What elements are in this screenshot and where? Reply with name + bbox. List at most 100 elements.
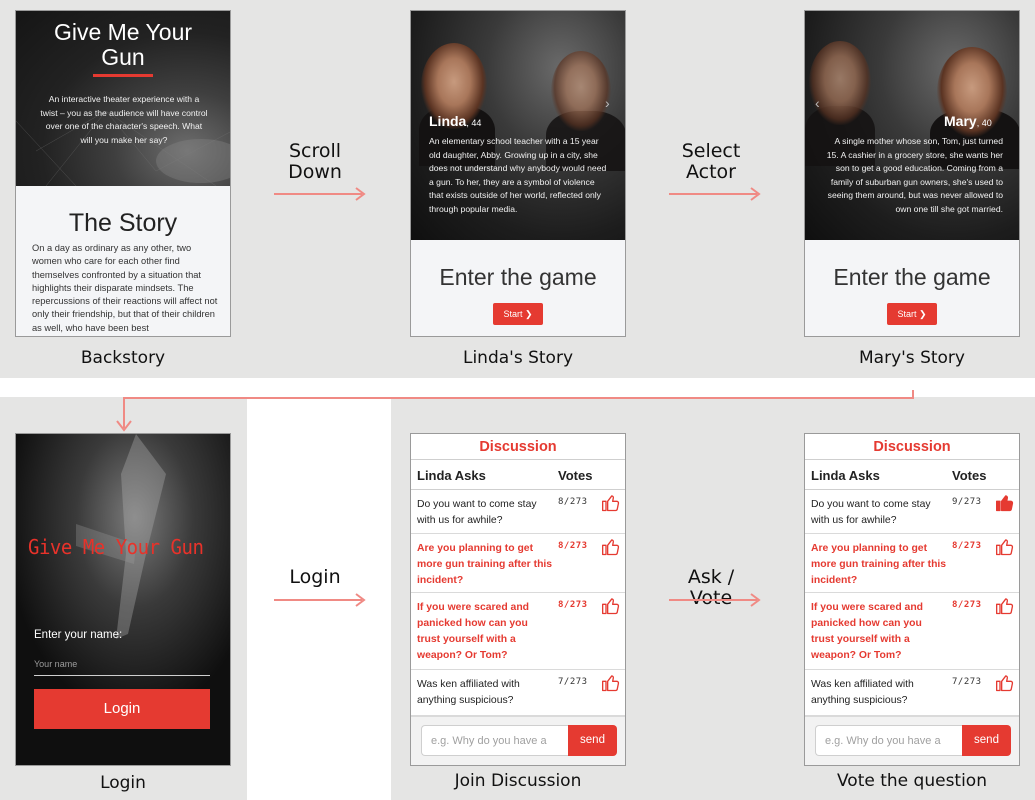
caption-login: Login <box>100 773 146 793</box>
discussion-title: Discussion <box>805 434 1019 460</box>
question-row[interactable]: If you were scared and panicked how can … <box>411 593 625 670</box>
question-row[interactable]: Was ken affiliated with anything suspici… <box>411 670 625 716</box>
question-row[interactable]: Do you want to come stay with us for awh… <box>805 490 1019 534</box>
chevron-left-icon[interactable]: ‹ <box>815 95 820 111</box>
flow-label-scroll-line2: Down <box>288 161 342 183</box>
question-votes: 8/273 <box>558 541 588 551</box>
start-button-label: Start <box>897 309 917 319</box>
question-votes: 8/273 <box>558 600 588 610</box>
linda-name-text: Linda <box>429 113 467 129</box>
flow-label-select-line2: Actor <box>686 161 736 183</box>
column-question: Linda Asks <box>811 468 880 483</box>
mary-name: Mary, 40 <box>944 113 992 129</box>
first-actor-portrait <box>809 41 871 125</box>
linda-hero: › Linda, 44 An elementary school teacher… <box>411 11 625 240</box>
backstory-title-line2: Gun <box>101 44 145 70</box>
thumbs-up-icon[interactable] <box>601 673 621 693</box>
question-text: Are you planning to get more gun trainin… <box>417 543 553 586</box>
linda-story-screen: › Linda, 44 An elementary school teacher… <box>410 10 626 337</box>
thumbs-up-icon[interactable] <box>995 537 1015 557</box>
question-text: Do you want to come stay with us for awh… <box>811 499 931 526</box>
column-votes: Votes <box>952 468 987 483</box>
start-button[interactable]: Start ❯ <box>493 303 543 325</box>
backstory-title-rule <box>93 74 153 77</box>
arrow-right-icon <box>274 187 366 201</box>
send-button[interactable]: send <box>962 725 1011 756</box>
join-discussion-screen: Discussion Linda Asks Votes Do you want … <box>410 433 626 766</box>
flow-label-select-line1: Select <box>681 140 741 162</box>
mary-hero: ‹ Mary, 40 A single mother whose son, To… <box>805 11 1019 240</box>
discussion-header: Linda Asks Votes <box>411 460 625 490</box>
backstory-hero: Give Me Your Gun An interactive theater … <box>16 11 230 186</box>
backstory-title-line1: Give Me Your <box>53 19 193 45</box>
flow-label-scroll-line1: Scroll <box>288 140 342 162</box>
flow-connector <box>116 390 914 432</box>
column-question: Linda Asks <box>417 468 486 483</box>
question-votes: 7/273 <box>558 677 588 687</box>
mary-name-text: Mary <box>944 113 977 129</box>
caption-mary-story: Mary's Story <box>859 348 965 368</box>
thumbs-up-icon[interactable] <box>601 493 621 513</box>
question-text: If you were scared and panicked how can … <box>417 602 530 661</box>
thumbs-up-icon[interactable] <box>995 493 1015 513</box>
question-row[interactable]: Are you planning to get more gun trainin… <box>805 534 1019 593</box>
question-input[interactable] <box>421 725 569 756</box>
name-prompt: Enter your name: <box>34 629 123 641</box>
login-brand: Give Me Your Gun <box>28 535 204 559</box>
login-screen: Give Me Your Gun Enter your name: Login <box>15 433 231 766</box>
arrow-right-icon <box>274 593 366 607</box>
login-button[interactable]: Login <box>34 689 210 729</box>
chevron-right-icon: ❯ <box>524 309 533 319</box>
enter-game-heading: Enter the game <box>439 264 597 290</box>
question-composer: send <box>805 716 1019 765</box>
mary-story-screen: ‹ Mary, 40 A single mother whose son, To… <box>804 10 1020 337</box>
question-votes: 8/273 <box>952 541 982 551</box>
question-row[interactable]: Are you planning to get more gun trainin… <box>411 534 625 593</box>
mary-age: , 40 <box>976 118 992 128</box>
thumbs-up-icon[interactable] <box>601 596 621 616</box>
caption-backstory: Backstory <box>80 348 166 368</box>
column-votes: Votes <box>558 468 593 483</box>
start-button[interactable]: Start ❯ <box>887 303 937 325</box>
question-text: Do you want to come stay with us for awh… <box>417 499 537 526</box>
second-actor-portrait <box>551 51 611 131</box>
caption-linda-story: Linda's Story <box>462 348 574 368</box>
flow-label-select-actor: Select Actor <box>676 141 746 183</box>
discussion-title: Discussion <box>411 434 625 460</box>
thumbs-up-icon[interactable] <box>995 596 1015 616</box>
linda-age: , 44 <box>466 118 482 128</box>
arrow-right-icon <box>669 187 761 201</box>
backstory-intro: An interactive theater experience with a… <box>40 94 208 145</box>
question-votes: 9/273 <box>952 497 982 507</box>
question-row[interactable]: Do you want to come stay with us for awh… <box>411 490 625 534</box>
story-text: On a day as ordinary as any other, two w… <box>32 243 218 333</box>
question-votes: 8/273 <box>558 497 588 507</box>
question-text: Are you planning to get more gun trainin… <box>811 543 947 586</box>
linda-name: Linda, 44 <box>429 113 481 129</box>
discussion-header: Linda Asks Votes <box>805 460 1019 490</box>
question-composer: send <box>411 716 625 765</box>
thumbs-up-icon[interactable] <box>995 673 1015 693</box>
story-heading: The Story <box>68 209 178 237</box>
question-votes: 8/273 <box>952 600 982 610</box>
question-input[interactable] <box>815 725 963 756</box>
caption-join-discussion: Join Discussion <box>454 771 582 791</box>
send-button[interactable]: send <box>568 725 617 756</box>
question-row[interactable]: If you were scared and panicked how can … <box>805 593 1019 670</box>
enter-game-heading: Enter the game <box>833 264 991 290</box>
chevron-right-icon: ❯ <box>918 309 927 319</box>
backstory-screen: Give Me Your Gun An interactive theater … <box>15 10 231 337</box>
question-votes: 7/273 <box>952 677 982 687</box>
flow-label-scroll-down: Scroll Down <box>280 141 350 183</box>
start-button-label: Start <box>503 309 523 319</box>
name-input[interactable] <box>34 652 210 676</box>
question-text: Was ken affiliated with anything suspici… <box>417 679 520 706</box>
flow-label-login: Login <box>289 566 341 588</box>
question-text: If you were scared and panicked how can … <box>811 602 924 661</box>
mary-bio: A single mother whose son, Tom, just tur… <box>826 136 1003 214</box>
question-row[interactable]: Was ken affiliated with anything suspici… <box>805 670 1019 716</box>
caption-vote-question: Vote the question <box>837 771 987 791</box>
thumbs-up-icon[interactable] <box>601 537 621 557</box>
chevron-right-icon[interactable]: › <box>605 95 610 111</box>
question-text: Was ken affiliated with anything suspici… <box>811 679 914 706</box>
